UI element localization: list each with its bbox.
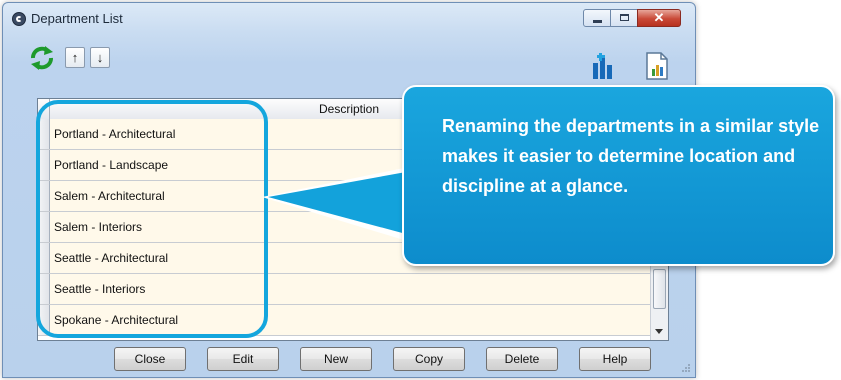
maximize-button[interactable] — [610, 9, 638, 27]
title-bar[interactable]: Department List ✕ — [3, 3, 695, 33]
edit-button[interactable]: Edit — [207, 347, 279, 371]
caption-buttons: ✕ — [583, 9, 681, 27]
callout-text: Renaming the departments in a similar st… — [442, 116, 820, 196]
arrow-down-icon: ↓ — [96, 50, 104, 65]
app-icon — [12, 12, 26, 26]
help-button[interactable]: Help — [579, 347, 651, 371]
highlight-frame — [36, 100, 268, 338]
move-down-button[interactable]: ↓ — [90, 47, 110, 68]
callout-box: Renaming the departments in a similar st… — [402, 85, 835, 266]
copy-button[interactable]: Copy — [393, 347, 465, 371]
close-button[interactable]: Close — [114, 347, 186, 371]
scroll-down-icon[interactable] — [655, 329, 663, 334]
close-icon: ✕ — [653, 10, 665, 25]
move-up-button[interactable]: ↑ — [65, 47, 85, 68]
delete-button[interactable]: Delete — [486, 347, 558, 371]
scrollbar-thumb[interactable] — [653, 269, 666, 309]
arrow-up-icon: ↑ — [71, 50, 79, 65]
refresh-icon[interactable] — [29, 45, 55, 71]
close-window-button[interactable]: ✕ — [637, 9, 681, 27]
window-title: Department List — [31, 11, 123, 26]
minimize-button[interactable] — [583, 9, 611, 27]
document-icon[interactable] — [644, 51, 670, 81]
resize-grip-icon[interactable] — [681, 363, 691, 373]
report-icon[interactable] — [591, 53, 617, 81]
new-button[interactable]: New — [300, 347, 372, 371]
